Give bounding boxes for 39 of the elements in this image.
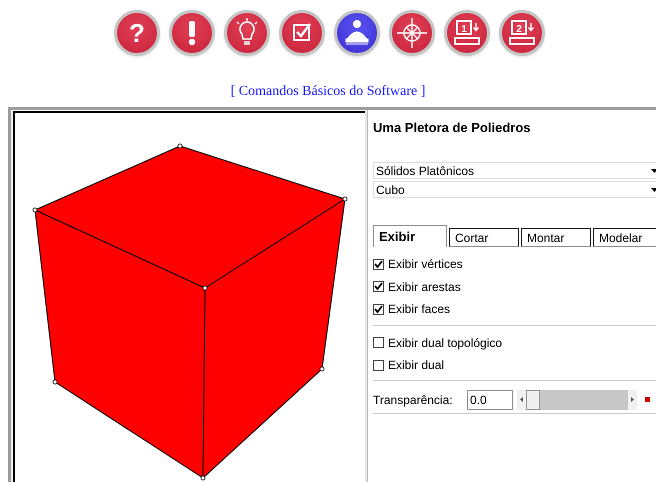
toolbar-button[interactable]: 1 — [444, 10, 490, 56]
right-arrow-icon[interactable] — [631, 397, 634, 402]
checkbox-label: Exibir dual topológico — [388, 334, 502, 352]
checkbox[interactable] — [373, 304, 384, 315]
toolbar-button[interactable] — [388, 10, 434, 56]
tab[interactable]: Cortar — [449, 228, 519, 247]
checkbox-label: Exibir arestas — [388, 278, 461, 296]
toolbar-button[interactable] — [334, 10, 380, 56]
compass-icon — [396, 17, 428, 49]
checkbox-icon — [292, 23, 310, 41]
transparency-label: Transparência: — [373, 392, 454, 408]
commands-link[interactable]: [ Comandos Básicos do Software ] — [230, 84, 426, 99]
panel-title: Uma Pletora de Poliedros — [373, 120, 532, 136]
checkbox[interactable] — [373, 360, 384, 371]
transparency-slider[interactable] — [517, 390, 637, 410]
tab[interactable]: Montar — [521, 228, 591, 247]
dropdown-arrow-icon — [651, 168, 656, 172]
dropdown[interactable]: Cubo — [373, 181, 656, 198]
lightbulb-icon — [236, 17, 258, 45]
question-mark-icon: ? — [128, 18, 144, 48]
toolbar-button[interactable] — [168, 10, 214, 56]
help-button[interactable]: ? — [114, 10, 160, 56]
checkbox-label: Exibir dual — [388, 357, 444, 374]
transparency-field[interactable]: 0.0 — [467, 390, 513, 410]
tab[interactable]: Exibir — [373, 225, 447, 247]
exclamation-icon — [188, 21, 195, 46]
tab[interactable]: Modelar — [593, 228, 656, 247]
checkbox-label: Exibir vértices — [388, 256, 463, 274]
checkbox-label: Exibir faces — [388, 301, 450, 318]
dropdown-arrow-icon — [651, 188, 656, 192]
checkbox[interactable] — [373, 281, 384, 292]
checkbox[interactable] — [373, 258, 384, 270]
checkbox[interactable] — [373, 337, 384, 348]
left-arrow-icon[interactable] — [520, 397, 523, 402]
toolbar-button[interactable] — [224, 10, 270, 56]
reader-icon — [345, 20, 368, 44]
toolbar-button[interactable]: 2 — [498, 10, 544, 56]
dropdown[interactable]: Sólidos Platônicos — [373, 162, 656, 179]
toolbar-button[interactable] — [278, 10, 324, 56]
